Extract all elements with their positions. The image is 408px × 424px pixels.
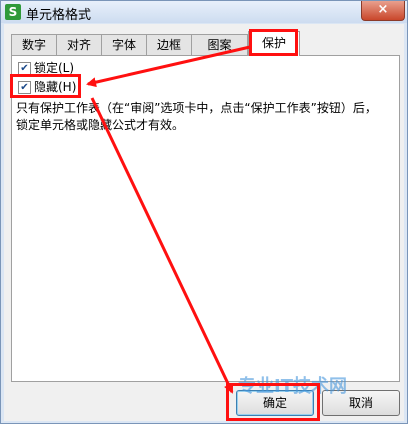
- arrow-to-ok-button: [90, 97, 234, 394]
- arrow-to-hidden-checkbox: [86, 45, 251, 88]
- annotation-arrows: [86, 45, 251, 394]
